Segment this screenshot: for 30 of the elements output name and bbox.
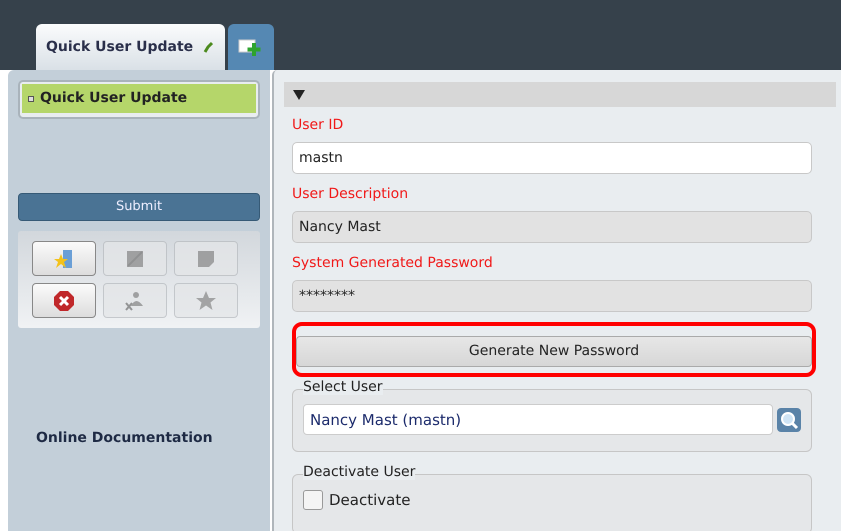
field-label: User ID (292, 116, 344, 135)
add-tab-icon (238, 37, 262, 57)
field-label: User Description (292, 185, 410, 204)
checkbox[interactable] (303, 490, 323, 510)
documentation-link[interactable]: Online Documentation (36, 428, 260, 449)
toolbar-button[interactable] (32, 283, 96, 318)
note-icon (197, 250, 215, 268)
input-field[interactable]: ******** (292, 280, 812, 312)
pin-icon (203, 41, 214, 53)
field-label: System Generated Password (292, 254, 494, 273)
star-icon (195, 290, 217, 312)
close-icon (53, 290, 75, 312)
toolbar-button[interactable] (32, 241, 96, 276)
user-field[interactable]: Nancy Mast (mastn) (303, 404, 773, 435)
edit-icon (125, 248, 145, 268)
new-tab-button[interactable] (228, 24, 274, 70)
group-legend: Deactivate User (303, 464, 416, 480)
group-legend: Select User (303, 379, 383, 395)
collapse-icon (292, 88, 306, 100)
input-field[interactable]: mastn (292, 142, 812, 174)
checkbox-label[interactable]: Deactivate (329, 489, 410, 512)
input-field[interactable]: Nancy Mast (292, 211, 812, 243)
star-folder-icon (53, 248, 75, 270)
tab[interactable]: Quick User Update (36, 24, 226, 70)
search-icon[interactable] (777, 408, 801, 432)
generate-password-button[interactable]: Generate New Password (296, 336, 812, 367)
sidebar-item[interactable]: Quick User Update (22, 84, 256, 113)
submit-button[interactable]: Submit (18, 193, 260, 221)
remove-user-icon (124, 290, 146, 312)
bullet-icon (28, 96, 34, 102)
